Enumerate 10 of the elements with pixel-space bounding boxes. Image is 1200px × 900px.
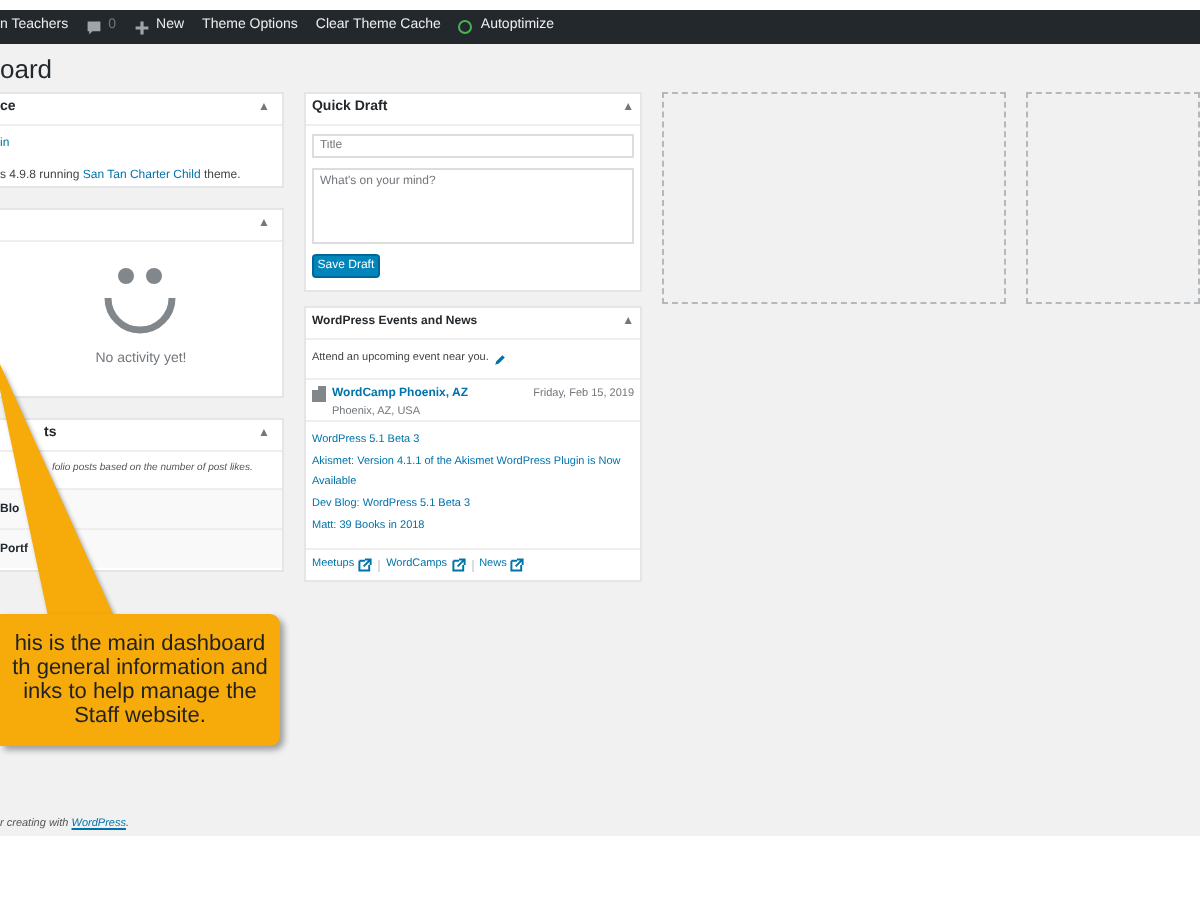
plus-icon[interactable] bbox=[134, 19, 151, 35]
callout-text: his is the main dashboard th general information and inks to help manage the Staff website. bbox=[12, 632, 268, 728]
external-link-icon bbox=[358, 558, 373, 572]
comment-icon[interactable] bbox=[86, 19, 103, 35]
external-link-icon bbox=[451, 558, 466, 572]
pencil-icon[interactable] bbox=[494, 353, 507, 365]
page-title: oard bbox=[0, 52, 55, 88]
building-icon bbox=[311, 386, 326, 402]
external-link-icon bbox=[510, 558, 525, 572]
smiley-icon bbox=[100, 266, 181, 338]
